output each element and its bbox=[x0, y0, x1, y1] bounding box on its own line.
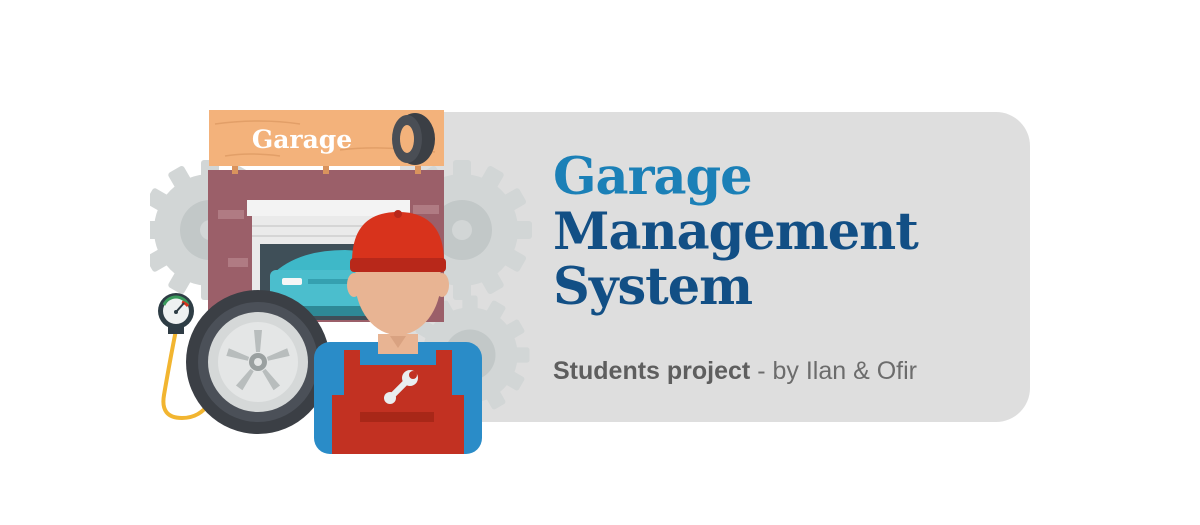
title-line-garage: Garage bbox=[553, 147, 753, 207]
title-line-management: Management bbox=[553, 202, 919, 262]
garage-sign: Garage bbox=[209, 110, 444, 174]
title-line-system: System bbox=[553, 257, 753, 317]
page-title: Garage Management System bbox=[553, 147, 919, 317]
garage-sign-label: Garage bbox=[252, 125, 352, 154]
subtitle-project: Students project bbox=[553, 357, 751, 385]
subtitle: Students project - by Ilan & Ofir bbox=[553, 357, 917, 386]
tire-icon bbox=[392, 113, 435, 165]
subtitle-authors: - by Ilan & Ofir bbox=[750, 357, 917, 385]
garage-illustration: Garage bbox=[150, 110, 532, 454]
tire-icon bbox=[186, 290, 330, 434]
